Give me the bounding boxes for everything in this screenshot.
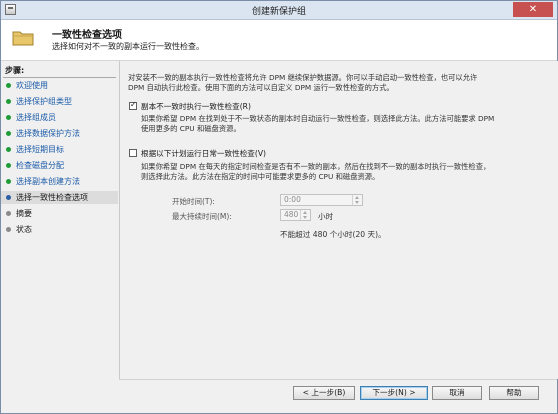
step-current-icon xyxy=(6,195,11,200)
step-status: 状态 xyxy=(1,223,118,236)
window-title: 创建新保护组 xyxy=(251,7,306,17)
folder-icon xyxy=(12,31,34,46)
start-time-input[interactable]: 0:00 xyxy=(280,194,363,206)
max-duration-input[interactable]: 480 xyxy=(280,209,311,221)
steps-divider xyxy=(3,77,116,78)
steps-sidebar: 步骤: 欢迎使用 选择保护组类型 选择组成员 选择数据保护方法 选择短期目标 检… xyxy=(1,61,118,413)
step-replica-creation[interactable]: 选择副本创建方法 xyxy=(1,175,118,188)
auto-check-desc-line-2: 使用更多的 CPU 和磁盘资源。 xyxy=(141,124,241,133)
step-label: 欢迎使用 xyxy=(16,81,48,90)
auto-check-checkbox[interactable] xyxy=(129,100,137,110)
step-label: 选择一致性检查选项 xyxy=(16,193,88,202)
step-label: 选择保护组类型 xyxy=(16,97,72,106)
close-button[interactable]: ✕ xyxy=(513,2,553,17)
daily-check-desc-line-2: 则选择此方法。此方法在指定的时间中可能要求更多的 CPU 和磁盘资源。 xyxy=(141,172,380,181)
wizard-header: 一致性检查选项 选择如何对不一致的副本运行一致性检查。 xyxy=(1,20,557,61)
step-short-term-goals[interactable]: 选择短期目标 xyxy=(1,143,118,156)
step-protection-method[interactable]: 选择数据保护方法 xyxy=(1,127,118,140)
start-time-value: 0:00 xyxy=(284,195,301,204)
max-duration-value: 480 xyxy=(284,210,299,219)
daily-check-checkbox[interactable] xyxy=(129,149,137,157)
step-complete-icon xyxy=(6,147,11,152)
step-complete-icon xyxy=(6,163,11,168)
step-label: 选择组成员 xyxy=(16,113,56,122)
step-complete-icon xyxy=(6,83,11,88)
step-complete-icon xyxy=(6,115,11,120)
duration-unit: 小时 xyxy=(318,212,334,221)
steps-title: 步骤: xyxy=(5,66,25,75)
step-complete-icon xyxy=(6,179,11,184)
daily-check-desc-line-1: 如果你希望 DPM 在每天的指定时间检查是否有不一致的副本，然后在找到不一致的副… xyxy=(141,162,491,171)
daily-check-label[interactable]: 根据以下计划运行日常一致性检查(V) xyxy=(141,148,266,159)
start-time-label: 开始时间(T): xyxy=(172,197,215,206)
step-complete-icon xyxy=(6,131,11,136)
auto-check-label[interactable]: 副本不一致时执行一致性检查(R) xyxy=(141,101,251,112)
page-title: 一致性检查选项 xyxy=(52,30,122,41)
max-duration-label: 最大持续时间(M): xyxy=(172,212,232,221)
intro-text-line-2: DPM 自动执行此检查。使用下面的方法可以自定义 DPM 运行一致性检查的方式。 xyxy=(128,83,394,92)
step-pending-icon xyxy=(6,211,11,216)
wizard-window: 创建新保护组 ✕ 一致性检查选项 选择如何对不一致的副本运行一致性检查。 步骤:… xyxy=(0,0,558,414)
content-panel: 对安装不一致的副本执行一致性检查将允许 DPM 继续保护数据源。你可以手动启动一… xyxy=(119,61,558,379)
step-disk-allocation[interactable]: 检查磁盘分配 xyxy=(1,159,118,172)
step-group-members[interactable]: 选择组成员 xyxy=(1,111,118,124)
page-subtitle: 选择如何对不一致的副本运行一致性检查。 xyxy=(52,42,204,51)
help-button[interactable]: 帮助 xyxy=(489,386,539,400)
cancel-button[interactable]: 取消 xyxy=(432,386,482,400)
step-summary: 摘要 xyxy=(1,207,118,220)
step-label: 摘要 xyxy=(16,209,32,218)
step-label: 选择短期目标 xyxy=(16,145,64,154)
intro-text-line-1: 对安装不一致的副本执行一致性检查将允许 DPM 继续保护数据源。你可以手动启动一… xyxy=(128,73,478,82)
step-group-type[interactable]: 选择保护组类型 xyxy=(1,95,118,108)
next-button[interactable]: 下一步(N) > xyxy=(360,386,428,400)
step-label: 选择副本创建方法 xyxy=(16,177,80,186)
step-pending-icon xyxy=(6,227,11,232)
max-duration-spinner[interactable] xyxy=(300,210,310,220)
start-time-spinner[interactable] xyxy=(352,195,362,205)
duration-limit-note: 不能超过 480 个小时(20 天)。 xyxy=(280,230,386,239)
step-complete-icon xyxy=(6,99,11,104)
step-label: 选择数据保护方法 xyxy=(16,129,80,138)
step-consistency-check[interactable]: 选择一致性检查选项 xyxy=(1,191,118,204)
auto-check-desc-line-1: 如果你希望 DPM 在找到处于不一致状态的副本时自动运行一致性检查，则选择此方法… xyxy=(141,114,495,123)
title-bar[interactable]: 创建新保护组 ✕ xyxy=(1,1,557,20)
step-welcome[interactable]: 欢迎使用 xyxy=(1,79,118,92)
footer-divider xyxy=(119,379,557,380)
back-button[interactable]: < 上一步(B) xyxy=(293,386,355,400)
step-label: 状态 xyxy=(16,225,32,234)
step-label: 检查磁盘分配 xyxy=(16,161,64,170)
